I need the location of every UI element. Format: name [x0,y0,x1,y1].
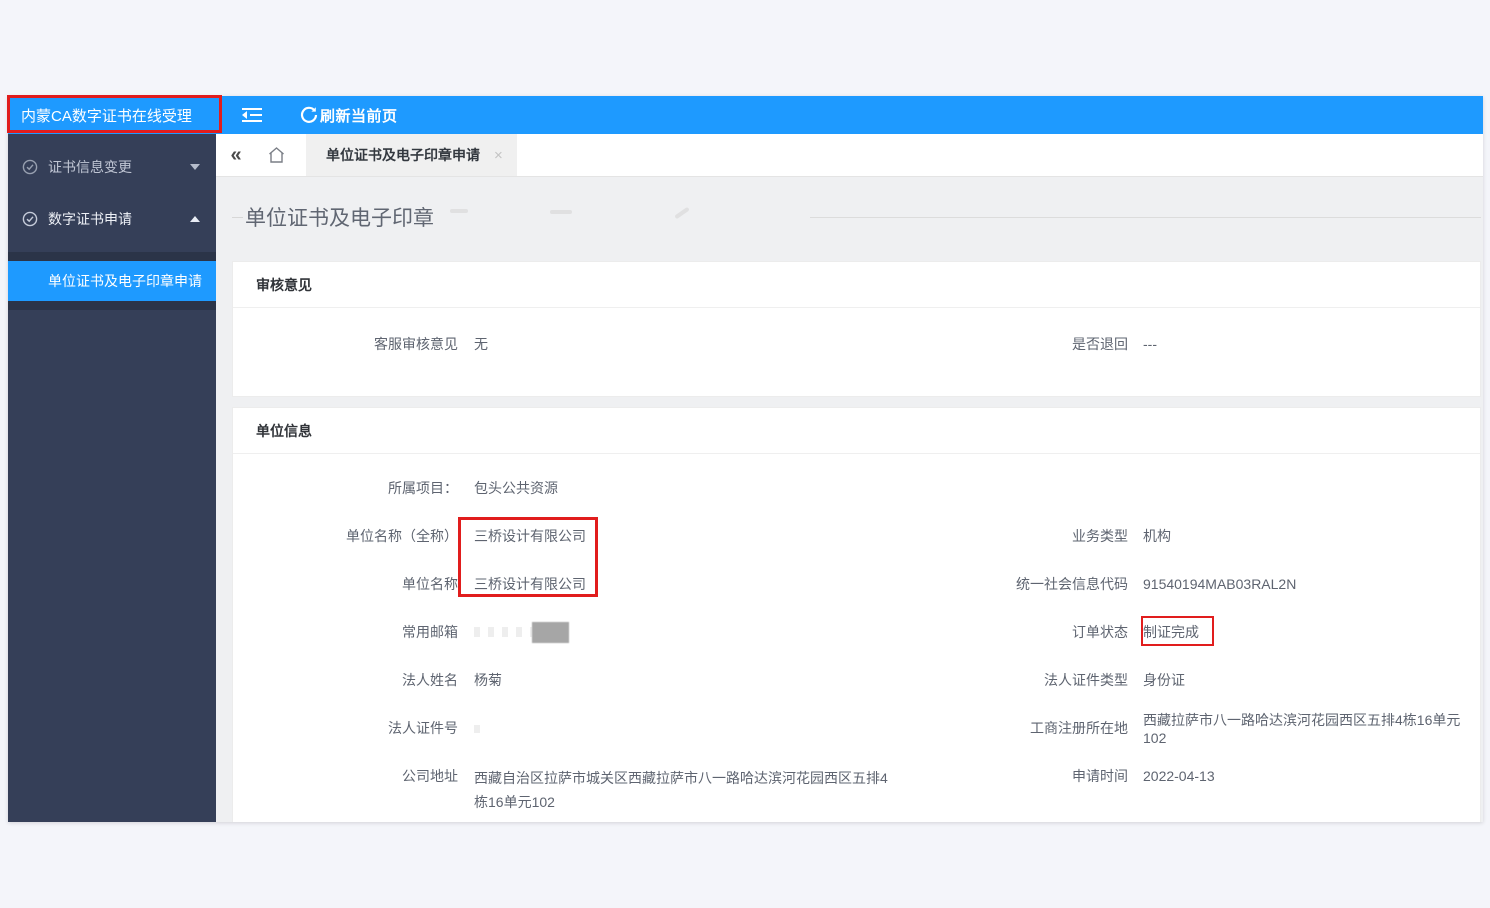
review-opinion-card: 审核意见 客服审核意见 无 是否退回 --- [232,261,1481,397]
unit-card-header: 单位信息 [233,408,1480,454]
field-order-status: 订单状态 制证完成 [893,608,1480,656]
field-legal-person-id-type: 法人证件类型 身份证 [893,656,1480,704]
field-apply-time: 申请时间 2022-04-13 [893,752,1480,800]
field-label: 订单状态 [1072,624,1128,640]
field-service-review-opinion: 客服审核意见 无 [233,316,893,372]
menu-fold-button[interactable] [242,107,262,123]
refresh-label: 刷新当前页 [320,107,398,125]
field-label: 单位名称 [402,576,458,592]
field-label: 工商注册所在地 [1030,720,1128,736]
field-value: 91540194MAB03RAL2N [1143,576,1297,592]
topbar: 刷新当前页 [216,96,1483,134]
field-label: 法人证件号 [388,720,458,736]
sidebar-item-label: 数字证书申请 [48,211,132,227]
field-label: 法人姓名 [402,672,458,688]
field-value: 西藏自治区拉萨市城关区西藏拉萨市八一路哈达滨河花园西区五排4栋16单元102 [474,770,888,810]
review-fields-row: 客服审核意见 无 是否退回 --- [233,308,1480,372]
field-label: 是否退回 [1072,336,1128,352]
app-title: 内蒙CA数字证书在线受理 [8,96,216,134]
sidebar-item-unit-cert-seal-apply[interactable]: 单位证书及电子印章申请 [8,261,216,301]
sidebar-item-digital-cert-apply[interactable]: 数字证书申请 [8,200,216,238]
field-label: 法人证件类型 [1044,672,1128,688]
field-legal-person-id-number: 法人证件号 [233,704,893,752]
field-value-redacted [474,621,569,643]
field-common-email: 常用邮箱 [233,608,893,656]
field-value: 无 [474,336,488,352]
field-value: 机构 [1143,528,1171,544]
field-label: 单位名称（全称） [346,528,458,544]
unit-left-column: 所属项目： 包头公共资源 单位名称（全称） 三桥设计有限公司 单位名称 三桥设计… [233,464,893,814]
page-title: 单位证书及电子印章 [245,207,434,230]
field-value: 身份证 [1143,672,1185,688]
tab-bar: « 单位证书及电子印章申请 × [216,134,1483,177]
refresh-icon [300,106,318,123]
field-business-registration-location: 工商注册所在地 西藏拉萨市八一路哈达滨河花园西区五排4栋16单元102 [893,704,1480,752]
sidebar: 内蒙CA数字证书在线受理 证书信息变更 数字证书申请 单位证书及电子印章申请 [8,96,216,822]
tab-label: 单位证书及电子印章申请 [326,147,480,163]
redacted-text [474,725,480,734]
field-unified-social-code: 统一社会信息代码 91540194MAB03RAL2N [893,560,1480,608]
sidebar-item-label: 证书信息变更 [48,159,132,175]
sidebar-menu: 证书信息变更 数字证书申请 单位证书及电子印章申请 [8,134,216,310]
field-business-type: 业务类型 机构 [893,512,1480,560]
title-divider-left [232,216,243,218]
check-circle-icon [22,159,38,175]
field-unit-full-name: 单位名称（全称） 三桥设计有限公司 [233,512,893,560]
field-company-address: 公司地址 西藏自治区拉萨市城关区西藏拉萨市八一路哈达滨河花园西区五排4栋16单元… [233,752,893,814]
field-label: 客服审核意见 [374,336,458,352]
field-unit-name: 单位名称 三桥设计有限公司 [233,560,893,608]
refresh-page-button[interactable]: 刷新当前页 [300,105,398,126]
page-title-row: 单位证书及电子印章 [232,195,1481,239]
chevron-up-icon [190,216,200,222]
sidebar-subitem-label: 单位证书及电子印章申请 [48,273,202,289]
check-circle-icon [22,211,38,227]
unit-card-body: 所属项目： 包头公共资源 单位名称（全称） 三桥设计有限公司 单位名称 三桥设计… [233,454,1480,814]
main-area: 刷新当前页 « 单位证书及电子印章申请 × 单位证书及电子印章 审核意见 客服审… [216,96,1483,822]
app-title-text: 内蒙CA数字证书在线受理 [21,107,192,125]
content-area: 单位证书及电子印章 审核意见 客服审核意见 无 是否退回 --- 单位信息 所属… [216,177,1483,822]
unit-info-card: 单位信息 所属项目： 包头公共资源 单位名称（全称） 三桥设计有限公司 单位名称 [232,407,1481,822]
unit-right-column: 业务类型 机构 统一社会信息代码 91540194MAB03RAL2N 订单状态… [893,464,1480,814]
chevron-down-icon [190,164,200,170]
redacted-smudge [450,209,468,213]
field-label: 公司地址 [402,768,458,784]
redacted-smudge [674,206,690,220]
close-icon[interactable]: × [494,147,503,164]
field-value: 三桥设计有限公司 [474,528,586,544]
field-legal-person-name: 法人姓名 杨菊 [233,656,893,704]
field-value: 三桥设计有限公司 [474,576,586,592]
menu-fold-icon [242,108,262,122]
field-label: 常用邮箱 [402,624,458,640]
collapse-tabs-button[interactable]: « [216,134,256,176]
review-card-header: 审核意见 [233,262,1480,308]
field-label: 业务类型 [1072,528,1128,544]
app-window: 内蒙CA数字证书在线受理 证书信息变更 数字证书申请 单位证书及电子印章申请 刷… [7,95,1483,822]
title-divider-right [810,216,1481,218]
tab-unit-cert-seal-apply[interactable]: 单位证书及电子印章申请 × [306,134,517,176]
redaction-block [532,621,569,643]
redacted-text [474,627,532,637]
field-label: 所属项目： [388,480,458,496]
field-value: 2022-04-13 [1143,768,1215,784]
field-value: --- [1143,336,1157,352]
field-value: 包头公共资源 [474,480,558,496]
field-label: 申请时间 [1072,768,1128,784]
field-value-empty [474,720,480,736]
field-is-returned: 是否退回 --- [893,316,1480,372]
field-project: 所属项目： 包头公共资源 [233,464,893,512]
home-icon [268,147,284,163]
field-value: 杨菊 [474,672,502,688]
status-badge: 制证完成 [1143,624,1199,640]
field-value: 西藏拉萨市八一路哈达滨河花园西区五排4栋16单元102 [1143,712,1461,746]
home-tab-button[interactable] [256,134,296,176]
sidebar-item-cert-info-change[interactable]: 证书信息变更 [8,148,216,186]
field-label: 统一社会信息代码 [1016,576,1128,592]
redacted-smudge [550,210,572,214]
sidebar-submenu: 单位证书及电子印章申请 [8,252,216,310]
